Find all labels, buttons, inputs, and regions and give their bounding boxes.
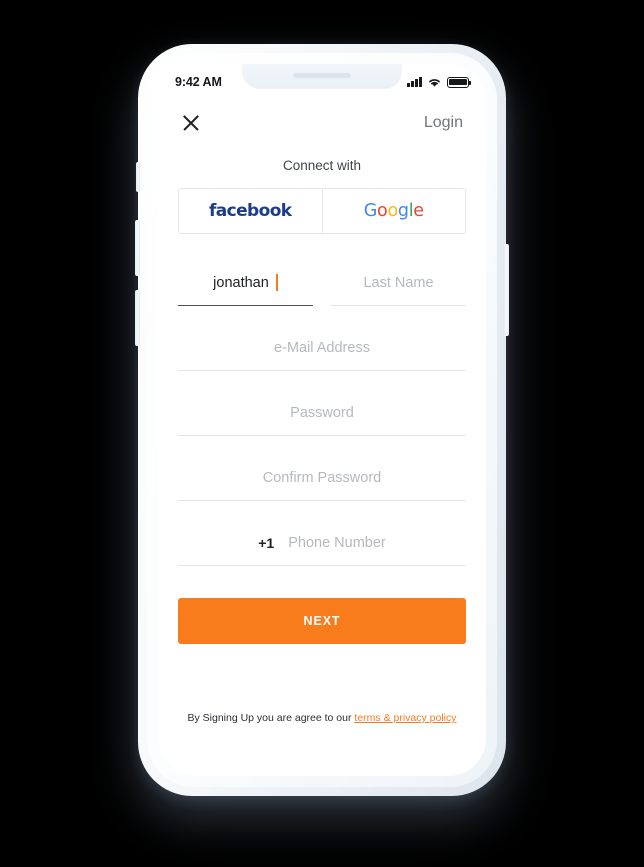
google-wordmark: Google	[363, 201, 424, 221]
last-name-field[interactable]: Last Name	[331, 260, 466, 306]
status-bar: 9:42 AM	[158, 64, 486, 98]
status-time: 9:42 AM	[175, 75, 222, 89]
country-code[interactable]: +1	[258, 535, 274, 551]
app-header: Login	[178, 98, 466, 148]
power-button[interactable]	[504, 244, 509, 336]
social-login-row: facebook Google	[178, 188, 466, 234]
phone-device: 9:42 AM Login Connect with facebook Goog…	[135, 44, 509, 796]
email-placeholder: e-Mail Address	[274, 339, 370, 356]
battery-full-icon	[447, 76, 472, 88]
confirm-password-field[interactable]: Confirm Password	[178, 455, 466, 501]
last-name-placeholder: Last Name	[363, 274, 434, 291]
close-x-icon[interactable]	[181, 113, 201, 133]
facebook-wordmark: facebook	[208, 201, 292, 221]
phone-screen: 9:42 AM Login Connect with facebook Goog…	[158, 64, 486, 776]
signup-screen: Login Connect with facebook Google jonat…	[158, 98, 486, 776]
email-field[interactable]: e-Mail Address	[178, 325, 466, 371]
phone-placeholder: Phone Number	[288, 534, 386, 551]
text-cursor	[275, 274, 278, 291]
facebook-login-button[interactable]: facebook	[179, 189, 322, 233]
first-name-field[interactable]: jonathan	[178, 260, 313, 306]
phone-number-field[interactable]: +1 Phone Number	[178, 520, 466, 566]
wifi-icon	[429, 78, 440, 87]
screenshot-stage: 9:42 AM Login Connect with facebook Goog…	[0, 0, 644, 867]
name-field-row: jonathan Last Name	[178, 260, 466, 306]
terms-privacy-link[interactable]: terms & privacy policy	[354, 712, 456, 724]
signup-form: jonathan Last Name e-Mail Address Passwo…	[178, 260, 466, 644]
login-link[interactable]: Login	[424, 114, 463, 132]
next-button-label: NEXT	[303, 614, 341, 628]
google-login-button[interactable]: Google	[321, 189, 465, 233]
next-button[interactable]: NEXT	[178, 598, 466, 644]
password-field[interactable]: Password	[178, 390, 466, 436]
connect-with-label: Connect with	[282, 158, 362, 173]
status-icons	[407, 76, 472, 88]
terms-footer: By Signing Up you are agree to our terms…	[158, 712, 486, 724]
silent-switch-button[interactable]	[136, 162, 140, 192]
terms-prefix: By Signing Up you are agree to our	[187, 712, 355, 724]
first-name-value: jonathan	[213, 274, 269, 291]
password-placeholder: Password	[290, 404, 354, 421]
volume-up-button[interactable]	[135, 220, 140, 276]
confirm-password-placeholder: Confirm Password	[262, 469, 382, 486]
signal-bars-icon	[407, 77, 422, 87]
volume-down-button[interactable]	[135, 290, 140, 346]
